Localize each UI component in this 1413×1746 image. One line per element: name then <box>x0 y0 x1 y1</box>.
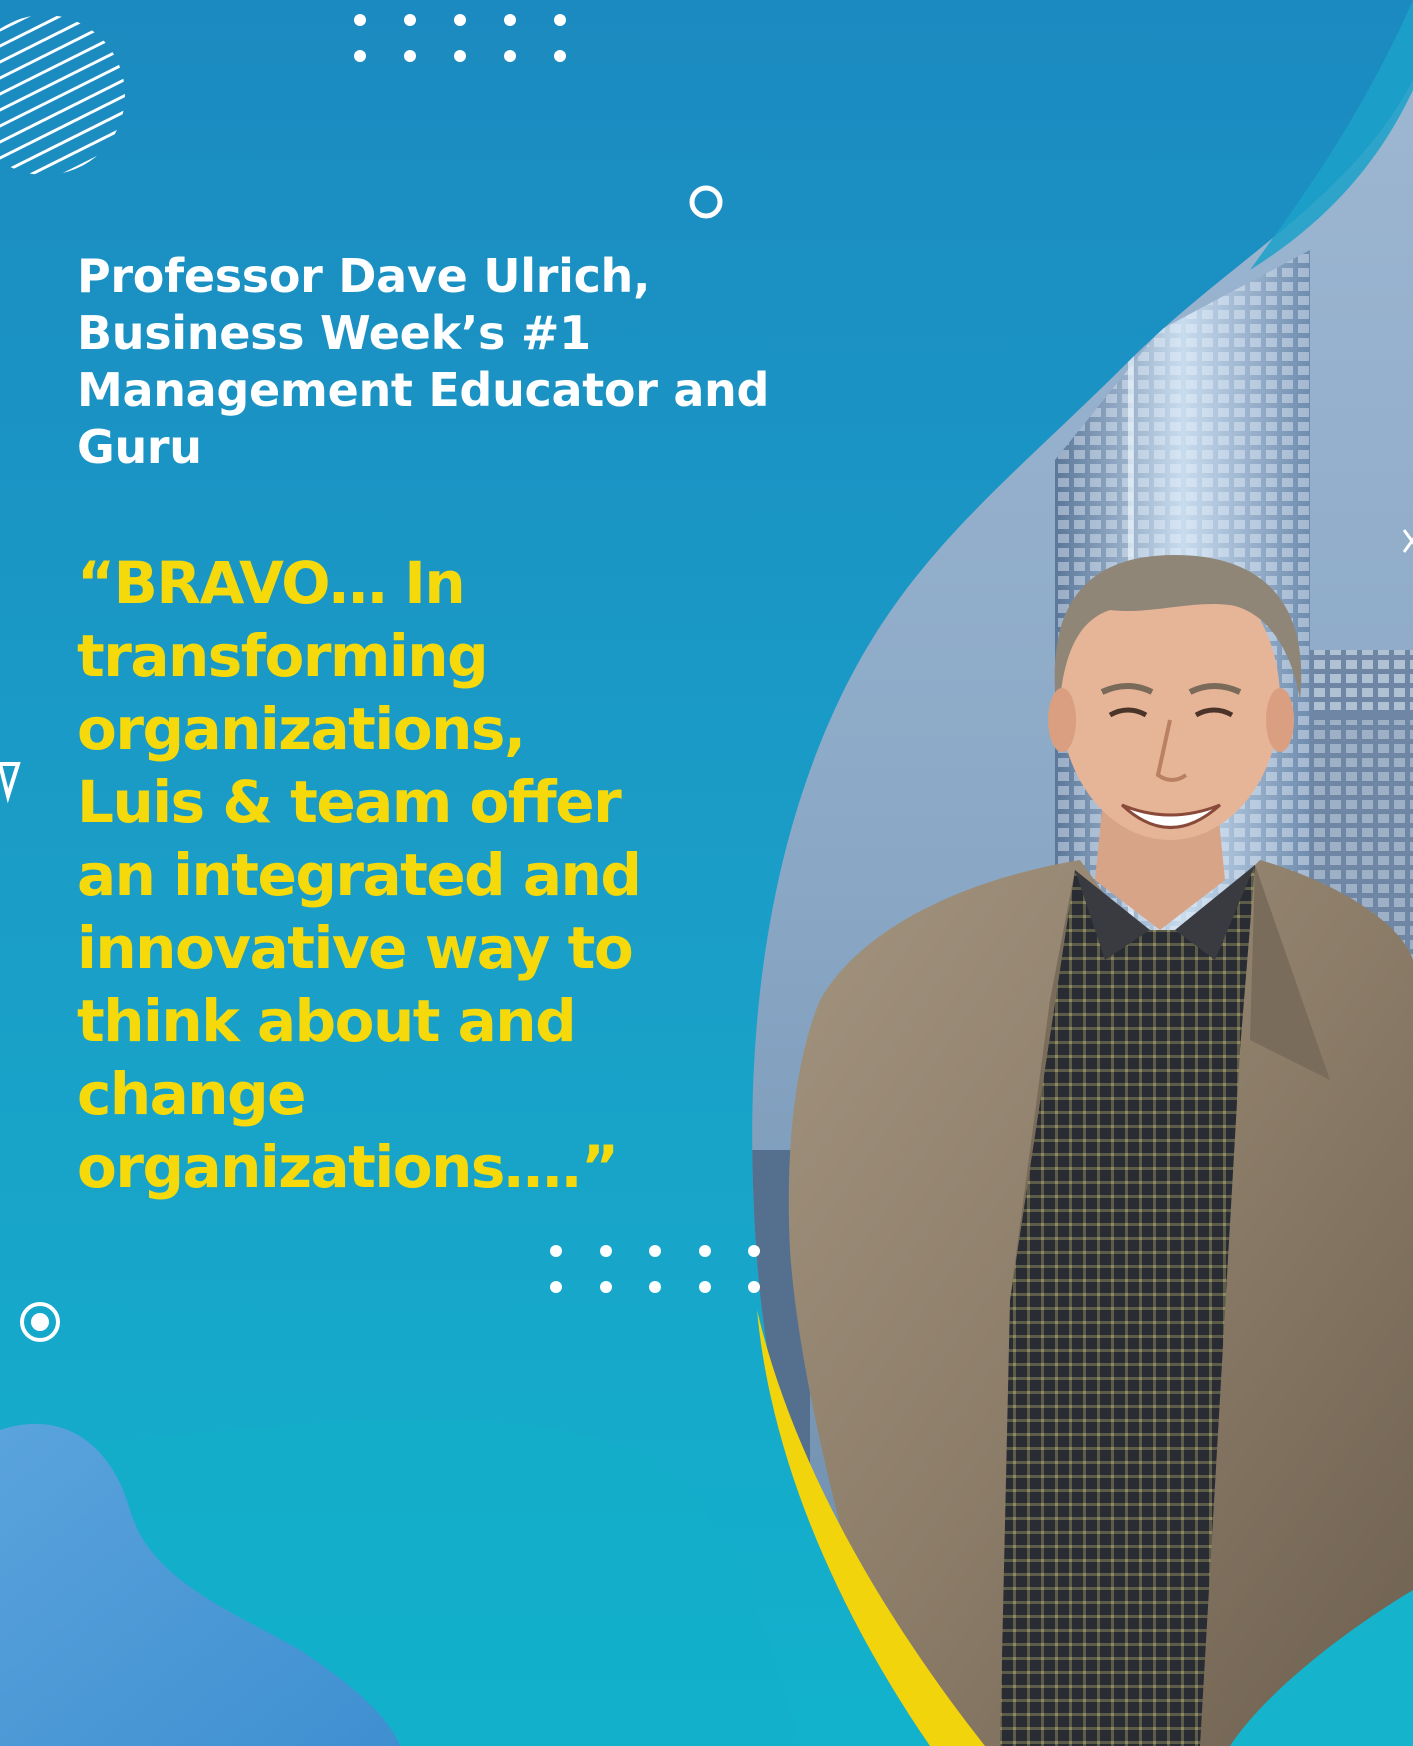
attribution-line: Guru <box>77 420 202 474</box>
quote-line: transforming <box>77 622 489 690</box>
attribution-line: Business Week’s #1 <box>77 306 591 360</box>
quote-line: an integrated and <box>77 841 642 909</box>
testimonial-card: Professor Dave Ulrich, Business Week’s #… <box>0 0 1413 1746</box>
quote-line: innovative way to <box>77 914 634 982</box>
quote-line: “BRAVO… In <box>77 549 466 617</box>
attribution-line: Professor Dave Ulrich, <box>77 249 651 303</box>
quote-line: think about and <box>77 987 577 1055</box>
quote-line: organizations, <box>77 695 526 763</box>
testimonial-quote: “BRAVO… In transforming organizations, L… <box>77 547 717 1204</box>
attribution-line: Management Educator and <box>77 363 770 417</box>
quote-line: change <box>77 1060 306 1128</box>
quote-line: Luis & team offer <box>77 768 622 836</box>
attribution-heading: Professor Dave Ulrich, Business Week’s #… <box>77 248 777 476</box>
quote-line: organizations….” <box>77 1133 619 1201</box>
